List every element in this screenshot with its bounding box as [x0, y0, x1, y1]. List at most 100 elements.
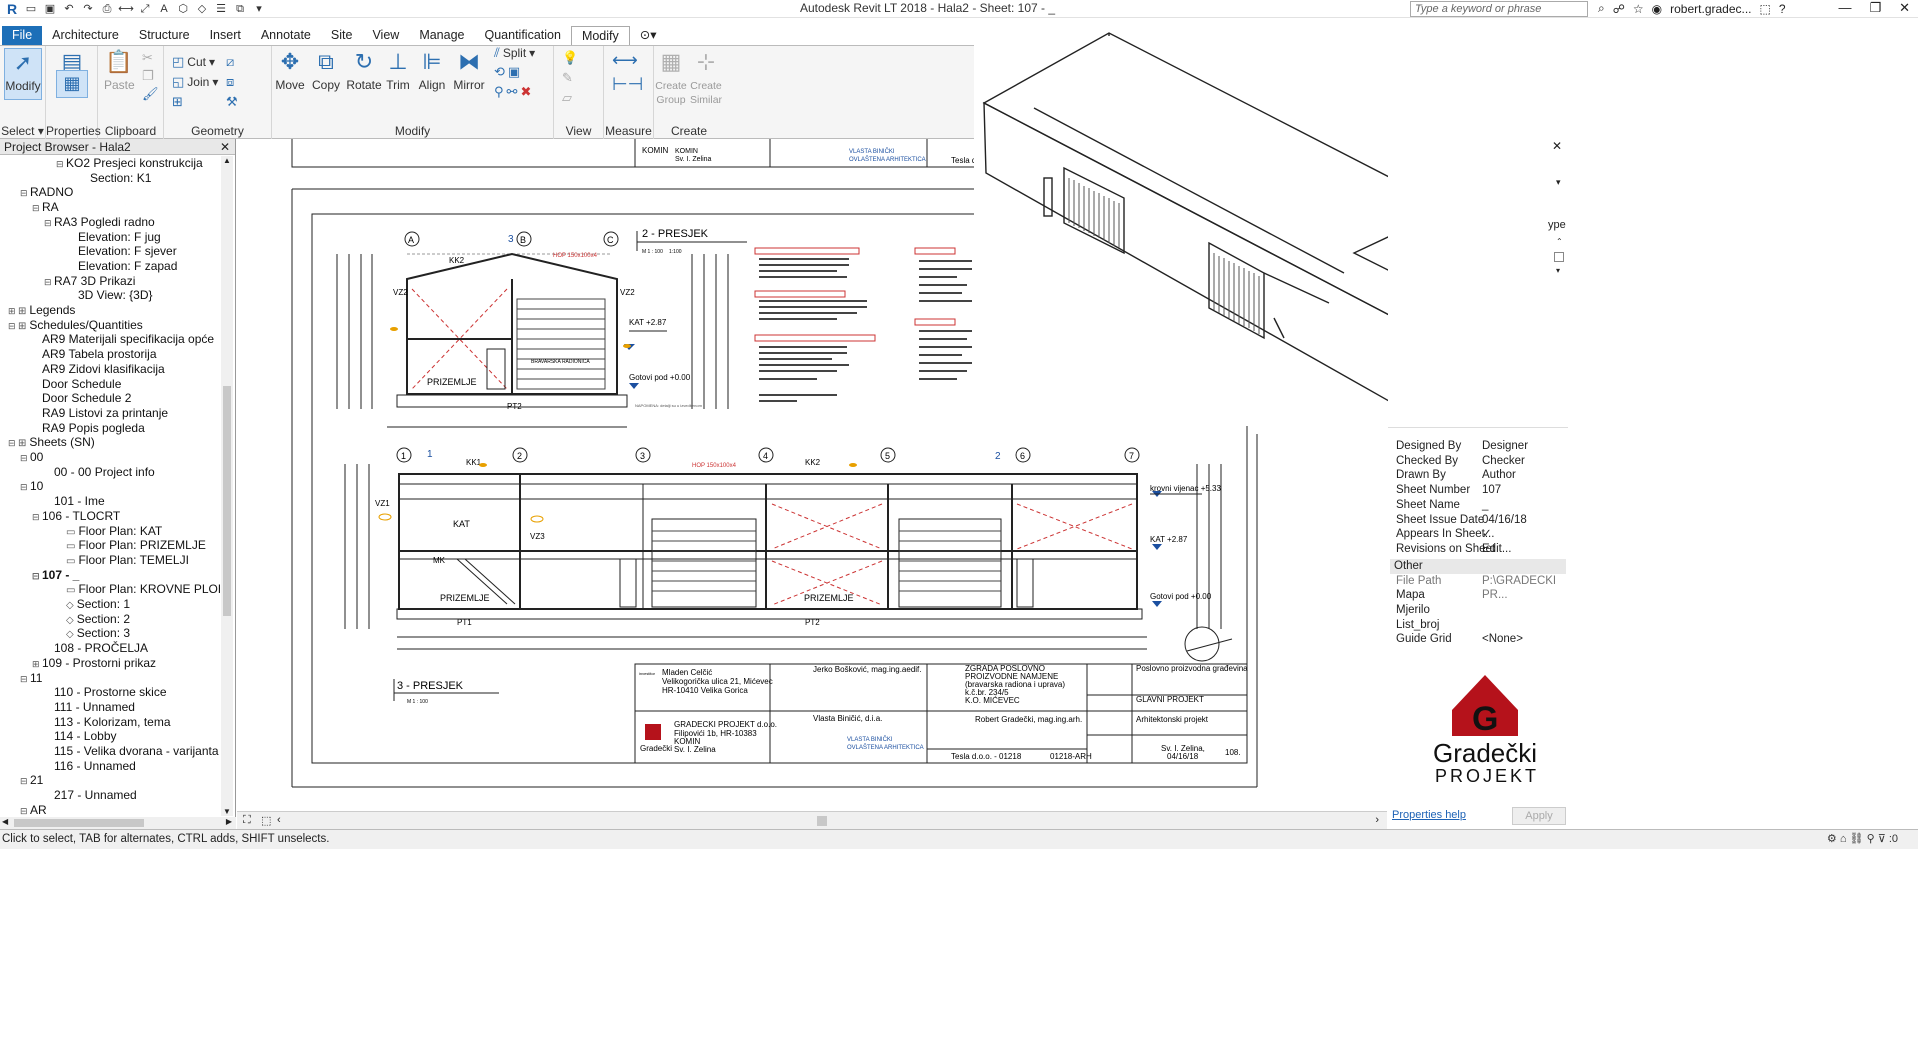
expand-icon[interactable]: ⊞ — [32, 657, 42, 672]
project-browser-hscrollbar[interactable]: ◀ ▶ — [0, 817, 236, 829]
collapse-icon[interactable]: ⊟ — [32, 510, 42, 525]
tab-view[interactable]: View — [362, 26, 409, 45]
split-button[interactable]: ⫽ Split ▾ — [494, 45, 535, 61]
select-pinned-icon[interactable]: ⚲ — [1867, 833, 1875, 845]
switch-windows-icon[interactable]: ⧉ — [232, 1, 248, 17]
tab-site[interactable]: Site — [321, 26, 363, 45]
minimize-icon[interactable]: — — [1838, 0, 1851, 16]
print-icon[interactable]: ⎙ — [99, 1, 115, 17]
apply-button[interactable]: Apply — [1512, 807, 1566, 825]
tree-item[interactable]: AR9 Tabela prostorija — [32, 347, 157, 362]
tree-item[interactable]: Door Schedule — [32, 377, 121, 392]
tree-item[interactable]: ◇ Section: 3 — [56, 626, 130, 641]
project-browser-close-icon[interactable]: ✕ — [220, 139, 230, 155]
tree-item[interactable]: 217 - Unnamed — [44, 788, 137, 803]
tree-item[interactable]: ⊟ RA7 3D Prikazi — [44, 274, 135, 289]
restore-icon[interactable]: ❐ — [1869, 0, 1881, 16]
tree-item[interactable]: 111 - Unnamed — [44, 700, 135, 715]
properties-help-link[interactable]: Properties help — [1392, 809, 1466, 821]
thin-lines-icon[interactable]: ☰ — [213, 1, 229, 17]
collapse-icon[interactable]: ⊟ — [56, 157, 66, 172]
tree-item[interactable]: RA9 Popis pogleda — [32, 421, 145, 436]
ribbon-toggle-icon[interactable]: ⊙▾ — [630, 26, 667, 45]
collapse-icon[interactable]: ⊟ — [8, 319, 18, 334]
hide-button[interactable]: 💡 — [562, 50, 578, 66]
copy-button[interactable]: ⧉ Copy — [310, 48, 342, 92]
collapse-icon[interactable]: ⊟ — [44, 216, 54, 231]
collapse-icon[interactable]: ⊟ — [20, 672, 30, 687]
properties-close-icon[interactable]: ✕ — [1552, 139, 1562, 153]
create-similar-button[interactable]: ⊹ Create Similar — [688, 48, 724, 106]
tree-item[interactable]: Door Schedule 2 — [32, 391, 131, 406]
tree-item[interactable]: ⊟ AR — [20, 803, 47, 816]
tree-item[interactable]: ◇ Section: 1 — [56, 597, 130, 612]
property-row[interactable]: Sheet Number 107 — [1390, 483, 1566, 498]
tree-item[interactable]: ⊟ RA — [32, 200, 59, 215]
tree-item[interactable]: Elevation: F jug — [68, 230, 161, 245]
tree-item[interactable]: 00 - 00 Project info — [44, 465, 155, 480]
measure-icon[interactable]: ⟷ — [118, 1, 134, 17]
scroll-right-icon[interactable]: › — [1375, 814, 1379, 826]
tree-item[interactable]: ▭ Floor Plan: KROVNE PLOHE — [56, 582, 220, 597]
user-name[interactable]: robert.gradec... — [1670, 2, 1751, 16]
scroll-left-icon[interactable]: ‹ — [277, 814, 281, 826]
collapse-icon[interactable]: ⊟ — [20, 186, 30, 201]
tab-architecture[interactable]: Architecture — [42, 26, 129, 45]
tree-item[interactable]: ▭ Floor Plan: TEMELJI — [56, 553, 189, 568]
3d-icon[interactable]: ⬡ — [175, 1, 191, 17]
collapse-icon[interactable]: ⌃ — [1556, 237, 1563, 246]
tree-item[interactable]: ◇ Section: 2 — [56, 612, 130, 627]
measure-button[interactable]: ⟷ — [612, 50, 638, 71]
property-row[interactable]: List_broj — [1390, 618, 1566, 633]
split-face-button[interactable]: ⧄ — [226, 54, 234, 70]
canvas-hscroll-thumb[interactable] — [817, 816, 827, 826]
scroll-up-icon[interactable]: ▲ — [223, 156, 231, 165]
tab-manage[interactable]: Manage — [409, 26, 474, 45]
scroll-box-icon[interactable] — [1554, 252, 1564, 262]
properties-toggle-button[interactable]: ▦ — [56, 70, 88, 98]
tree-item[interactable]: 114 - Lobby — [44, 729, 117, 744]
cut-geometry-button[interactable]: ◰ Cut ▾ — [172, 54, 215, 70]
property-value[interactable]: ✓ — [1482, 527, 1492, 542]
collapse-icon[interactable]: ⊟ — [8, 436, 18, 451]
revit-logo-icon[interactable]: R — [4, 1, 20, 17]
redo-icon[interactable]: ↷ — [80, 1, 96, 17]
properties-section-other[interactable]: Other — [1390, 558, 1566, 574]
tab-quantification[interactable]: Quantification — [475, 26, 571, 45]
pin-button[interactable]: ⚲ ⚯ ✖ — [494, 84, 531, 100]
linework-button[interactable]: ▱ — [562, 90, 572, 106]
collapse-icon[interactable]: ⊟ — [32, 201, 42, 216]
design-options-icon[interactable]: ⌂ — [1840, 833, 1847, 845]
section-icon[interactable]: ◇ — [194, 1, 210, 17]
property-row[interactable]: Sheet Issue Date 04/16/18 — [1390, 513, 1566, 528]
undo-icon[interactable]: ↶ — [61, 1, 77, 17]
tree-item[interactable]: ⊟ 11 — [20, 671, 42, 686]
match-properties-button[interactable]: 🖌 — [142, 86, 159, 102]
tree-item[interactable]: Elevation: F sjever — [68, 244, 177, 259]
tree-item[interactable]: Elevation: F zapad — [68, 259, 177, 274]
create-group-button[interactable]: ▦ Create Group — [654, 48, 688, 106]
scroll-left-icon[interactable]: ◀ — [2, 817, 8, 826]
tree-item[interactable]: ▭ Floor Plan: KAT — [56, 524, 162, 539]
delete-icon[interactable]: ✖ — [520, 84, 531, 100]
offset-button[interactable]: ⟲ ▣ — [494, 64, 520, 80]
select-dropdown[interactable]: Select ▾ — [0, 124, 45, 138]
tab-insert[interactable]: Insert — [200, 26, 251, 45]
project-browser-scrollbar[interactable]: ▲ ▼ — [221, 156, 233, 816]
worksharing-icon[interactable]: ⚙ — [1827, 833, 1837, 845]
property-row[interactable]: Designed By Designer — [1390, 439, 1566, 454]
tree-item[interactable]: ⊟ ⊞ Schedules/Quantities — [8, 318, 143, 333]
tree-item[interactable]: ⊟ 21 — [20, 773, 43, 788]
tree-item[interactable]: ⊟ 106 - TLOCRT — [32, 509, 120, 524]
mirror-button[interactable]: ⧓ Mirror — [452, 48, 486, 92]
aligned-dimension-button[interactable]: ⊢⊣ — [612, 74, 643, 95]
scrollbar-thumb[interactable] — [223, 386, 231, 616]
property-value[interactable]: 107 — [1482, 483, 1501, 498]
tree-item[interactable]: 108 - PROČELJA — [44, 641, 148, 656]
wall-joins-button[interactable]: ⊞ — [172, 94, 183, 110]
favorites-star-icon[interactable]: ☆ — [1633, 2, 1644, 16]
user-icon[interactable]: ◉ — [1652, 2, 1662, 16]
tab-annotate[interactable]: Annotate — [251, 26, 321, 45]
rotate-button[interactable]: ↻ Rotate — [346, 48, 382, 92]
binoculars-icon[interactable]: ⌕ — [1598, 1, 1605, 16]
